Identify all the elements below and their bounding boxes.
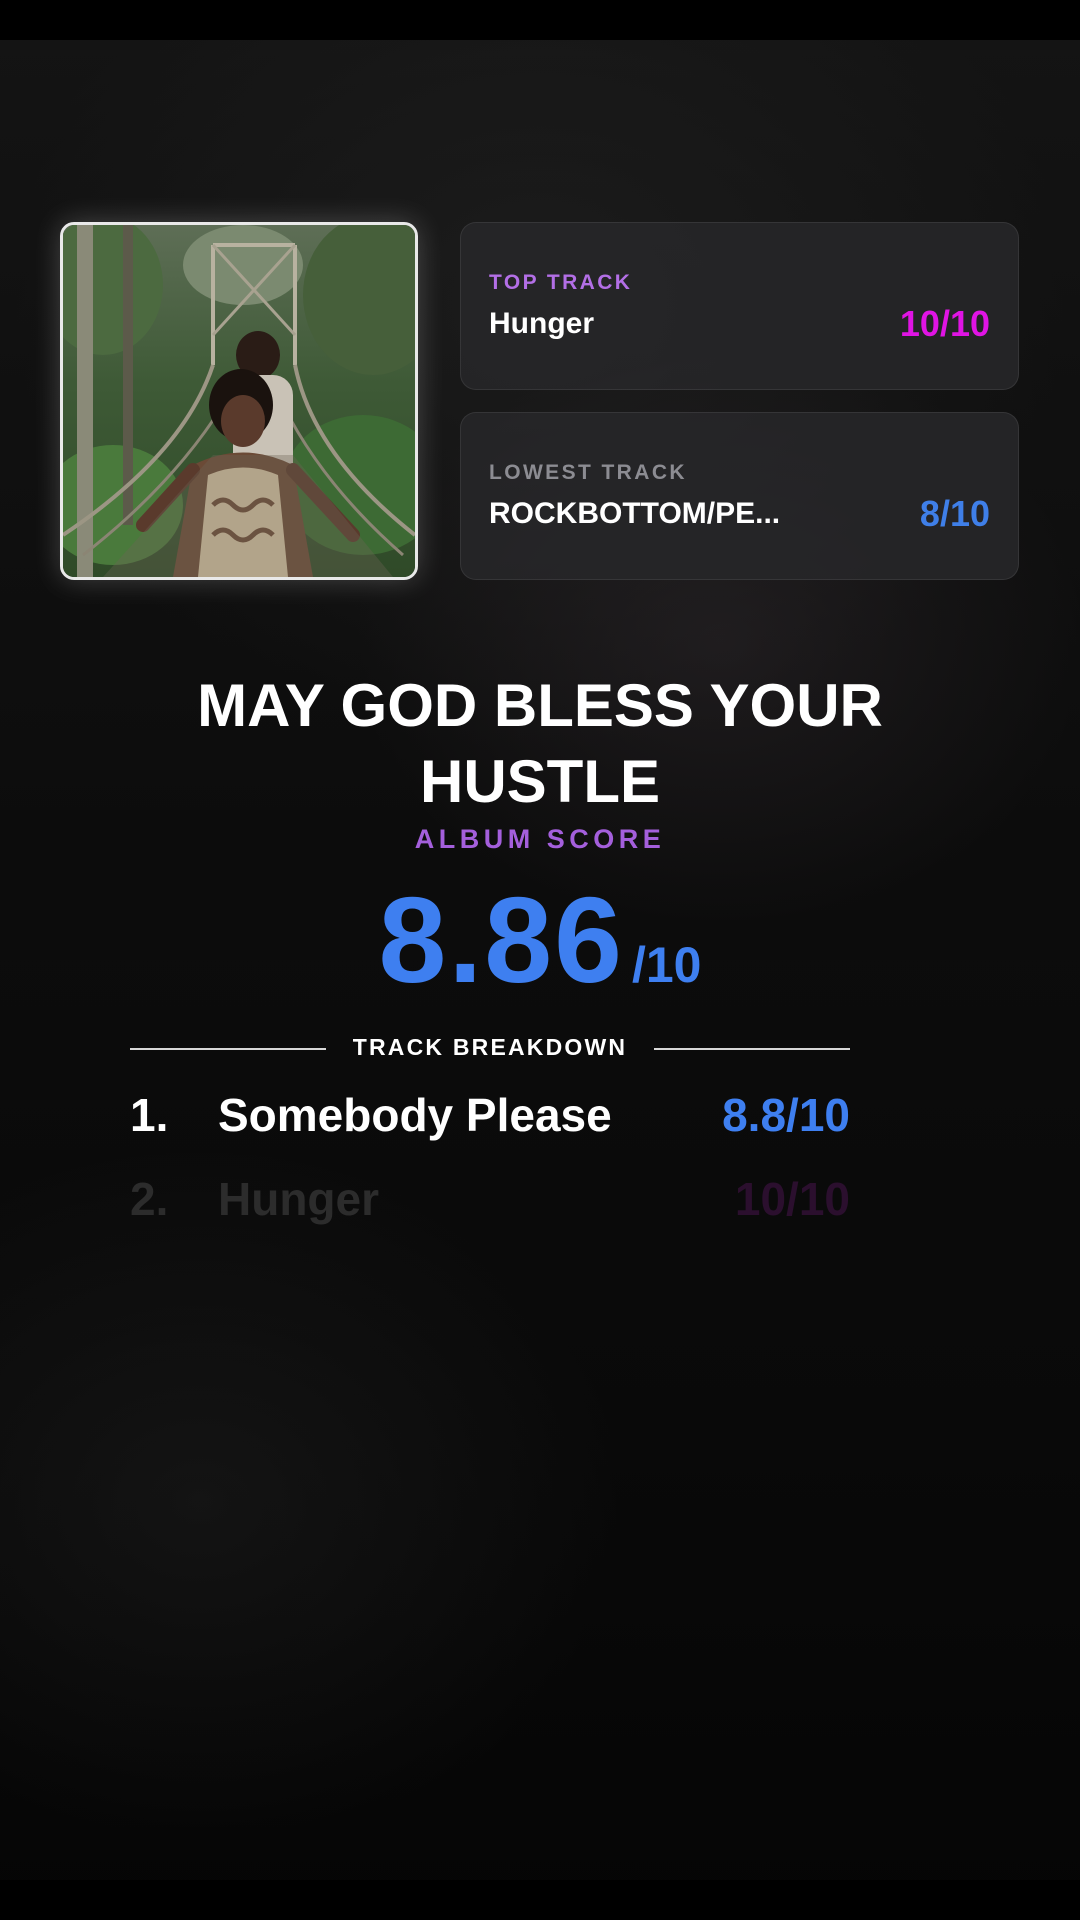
status-bar	[0, 0, 1080, 40]
album-score-label: ALBUM SCORE	[414, 824, 666, 854]
track-number: 1.	[130, 1089, 169, 1141]
track-score: 8.8/10	[722, 1089, 850, 1141]
track-title: Hunger	[218, 1173, 379, 1225]
album-title: MAY GOD BLESS YOUR HUSTLE	[197, 672, 883, 815]
breakdown-divider-left	[130, 1048, 326, 1050]
lowest-track-label: LOWEST TRACK	[489, 461, 687, 484]
lowest-track-name: ROCKBOTTOM/PE...	[489, 497, 781, 530]
album-score: 8.86/10	[0, 870, 1080, 1010]
lowest-track-score: 8/10	[919, 493, 990, 534]
breakdown-divider-right	[654, 1048, 850, 1050]
album-score-denominator: /10	[631, 937, 702, 993]
album-cover	[60, 222, 418, 580]
home-indicator-bar	[0, 1880, 1080, 1920]
lowest-track-card: LOWEST TRACK ROCKBOTTOM/PE... 8/10	[460, 412, 1019, 580]
top-track-score: 10/10	[899, 303, 990, 344]
top-track-label: TOP TRACK	[489, 271, 633, 294]
top-track-name: Hunger	[489, 307, 594, 340]
track-row: 2. Hunger 10/10	[130, 1172, 850, 1232]
track-row: 1. Somebody Please 8.8/10	[130, 1088, 850, 1148]
album-cover-image	[63, 225, 415, 577]
track-number: 2.	[130, 1173, 169, 1225]
track-score: 10/10	[734, 1173, 850, 1225]
breakdown-heading: TRACK BREAKDOWN	[352, 1034, 628, 1060]
track-title: Somebody Please	[218, 1089, 612, 1141]
top-track-card: TOP TRACK Hunger 10/10	[460, 222, 1019, 390]
review-screen: TOP TRACK Hunger 10/10 LOWEST TRACK ROCK…	[0, 0, 1080, 1920]
album-score-value: 8.86	[378, 872, 624, 1008]
